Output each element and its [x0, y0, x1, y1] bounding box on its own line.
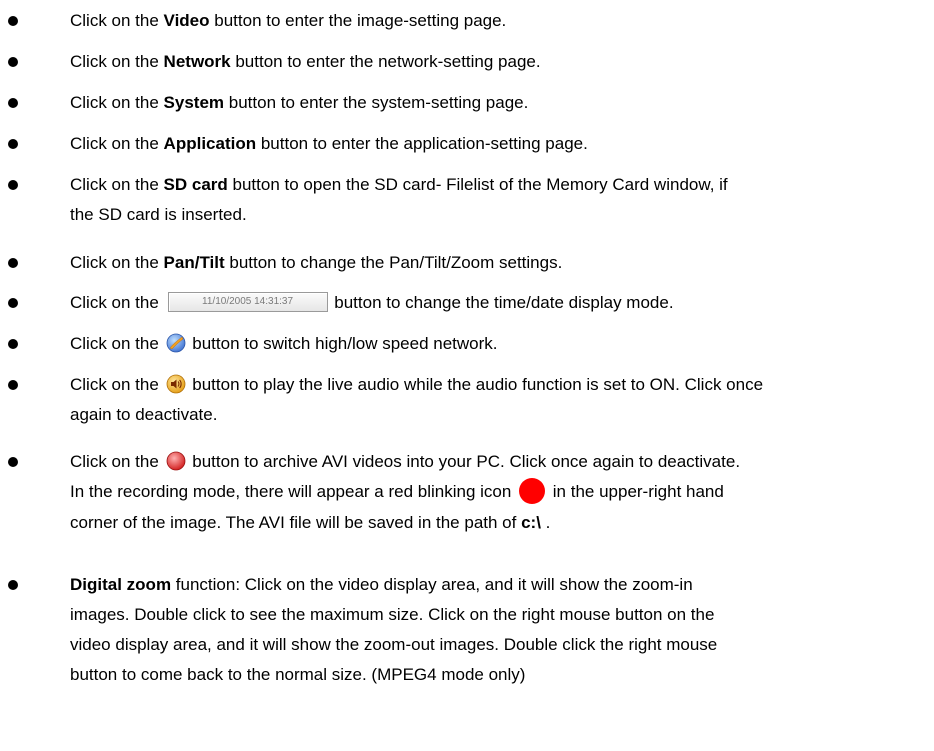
bullet — [8, 380, 18, 390]
item-bold-term: c:\ — [521, 513, 541, 533]
item-text: Click on the — [70, 334, 164, 353]
bullet — [8, 16, 18, 26]
item-bold-term: Application — [163, 134, 257, 153]
list-item-text: Click on the Pan/Tilt button to change t… — [70, 248, 920, 278]
list-item-text: Click on the button to archive AVI video… — [70, 447, 920, 538]
item-continuation: the SD card is inserted. — [70, 205, 247, 224]
bullet — [8, 98, 18, 108]
item-text: button to play the live audio while the … — [187, 375, 764, 394]
item-bold-term: Pan/Tilt — [163, 253, 225, 272]
item-text: Click on the — [70, 375, 164, 394]
item-continuation: images. Double click to see the maximum … — [70, 605, 715, 624]
timestamp-button[interactable]: 11/10/2005 14:31:37 — [167, 292, 328, 313]
list-item-text: Click on the Application button to enter… — [70, 129, 920, 159]
item-text: button to open the SD card- Filelist of … — [227, 175, 728, 194]
list-item-text: Click on the SD card button to open the … — [70, 170, 920, 230]
list-item-text: Click on the Network button to enter the… — [70, 47, 920, 77]
list-item-text: Click on the button to switch high/low s… — [70, 329, 920, 359]
item-text: button to enter the application-setting … — [256, 134, 588, 153]
item-continuation: In the recording mode, there will appear… — [70, 477, 920, 508]
network-speed-icon[interactable] — [166, 333, 186, 353]
list-item-text: Click on the 11/10/2005 14:31:37 button … — [70, 288, 920, 318]
bullet — [8, 57, 18, 67]
record-icon[interactable] — [166, 451, 186, 471]
item-text: function: Click on the video display are… — [171, 575, 693, 594]
item-text: Click on the — [70, 11, 164, 30]
item-text: button to switch high/low speed network. — [187, 334, 498, 353]
item-text: Click on the — [70, 452, 164, 471]
audio-speaker-icon[interactable] — [166, 374, 186, 394]
bullet — [8, 298, 18, 308]
bullet — [8, 457, 18, 467]
bullet — [8, 180, 18, 190]
item-bold-term: System — [163, 93, 225, 112]
item-text: button to enter the network-setting page… — [230, 52, 541, 71]
item-text: button to enter the system-setting page. — [224, 93, 529, 112]
item-text: corner of the image. The AVI file will b… — [70, 513, 522, 533]
item-bold-term: Network — [163, 52, 231, 71]
item-continuation: button to come back to the normal size. … — [70, 665, 526, 684]
bullet — [8, 339, 18, 349]
item-continuation: again to deactivate. — [70, 405, 218, 424]
item-bold-term: SD card — [163, 175, 228, 194]
blinking-record-icon — [519, 478, 546, 505]
bullet — [8, 139, 18, 149]
list-item-text: Click on the Video button to enter the i… — [70, 6, 920, 36]
item-text: button to enter the image-setting page. — [209, 11, 507, 30]
item-text: button to archive AVI videos into your P… — [187, 452, 741, 471]
item-text: Click on the — [70, 293, 164, 312]
list-item-text: Digital zoom function: Click on the vide… — [70, 570, 920, 690]
item-continuation: video display area, and it will show the… — [70, 635, 718, 654]
list-item-text: Click on the System button to enter the … — [70, 88, 920, 118]
item-text: Click on the — [70, 253, 164, 272]
item-text: Click on the — [70, 52, 164, 71]
item-bold-term: Video — [163, 11, 210, 30]
item-text: Click on the — [70, 175, 164, 194]
bullet — [8, 258, 18, 268]
item-text: button to change the Pan/Tilt/Zoom setti… — [224, 253, 563, 272]
item-text: Click on the — [70, 134, 164, 153]
list-item-text: Click on the button to play the live aud… — [70, 370, 920, 430]
item-bold-term: Digital zoom — [70, 575, 172, 594]
item-text: . — [540, 513, 551, 533]
item-continuation: corner of the image. The AVI file will b… — [70, 508, 920, 538]
item-text: Click on the — [70, 93, 164, 112]
item-text: in the upper-right hand — [548, 482, 724, 501]
item-text: In the recording mode, there will appear… — [70, 482, 517, 501]
bullet — [8, 580, 18, 590]
item-text: button to change the time/date display m… — [329, 293, 674, 312]
